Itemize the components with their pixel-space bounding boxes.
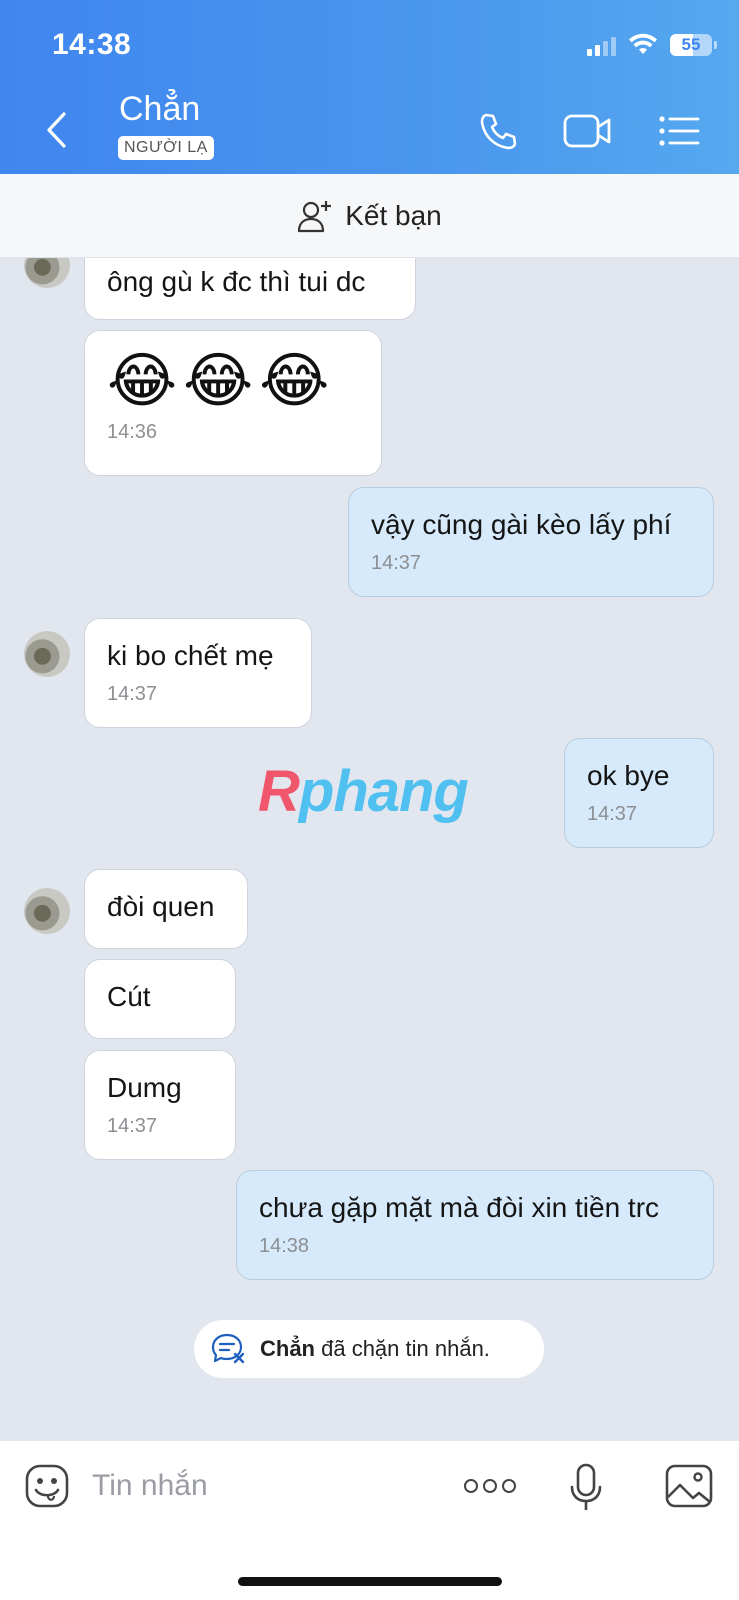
message-composer [0,1440,739,1600]
message-text: Dumg [107,1072,182,1103]
message-text: Cút [107,981,151,1012]
chat-header: 14:38 55 Chẳn NGƯỜI LẠ [0,0,739,174]
message-bubble-incoming[interactable]: ki bo chết mẹ 14:37 [84,618,312,728]
laughing-emoji: 😂😂😂 [107,347,336,414]
message-text: đòi quen [107,891,215,922]
message-bubble-outgoing[interactable]: vậy cũng gài kèo lấy phí 14:37 [348,487,714,597]
message-text: ki bo chết mẹ [107,640,274,671]
message-bubble-outgoing[interactable]: ok bye 14:37 [564,738,714,848]
message-text: chưa gặp mặt mà đòi xin tiền trc [259,1192,660,1223]
blocked-chat-icon [211,1333,245,1364]
sticker-button[interactable] [24,1463,70,1509]
back-arrow-icon [47,112,66,148]
message-time: 14:37 [371,552,422,574]
message-time: 14:36 [107,421,158,443]
sticker-icon [25,1464,69,1508]
add-friend-label: Kết bạn [345,199,442,231]
watermark-logo: Rphang [258,759,469,824]
call-button[interactable] [473,108,523,154]
message-bubble-incoming[interactable]: 😂😂😂 14:36 [84,330,382,476]
battery-icon: 55 [670,34,717,56]
status-time: 14:38 [52,28,132,61]
message-time: 14:37 [107,1115,158,1137]
phone-icon [480,113,517,150]
image-icon [665,1464,713,1508]
signal-icon [587,34,616,56]
home-indicator[interactable] [238,1577,502,1586]
message-time: 14:38 [259,1235,310,1257]
message-text: ông gù k đc thì tui dc [107,266,366,297]
wifi-icon [629,33,657,54]
battery-level: 55 [681,35,701,54]
add-friend-button[interactable]: Kết bạn [0,174,739,258]
mic-button[interactable] [566,1463,606,1513]
message-text: vậy cũng gài kèo lấy phí [371,509,672,540]
mic-icon [570,1463,602,1510]
avatar[interactable] [24,888,70,934]
add-friend-icon [298,200,332,232]
message-bubble-incoming[interactable]: Dumg 14:37 [84,1050,236,1160]
chat-area[interactable]: ông gù k đc thì tui dc 😂😂😂 14:36 vậy cũn… [0,258,739,1440]
message-bubble-incoming[interactable]: Cút [84,959,236,1039]
message-bubble-incoming[interactable]: ông gù k đc thì tui dc [84,258,416,320]
message-bubble-outgoing[interactable]: chưa gặp mặt mà đòi xin tiền trc 14:38 [236,1170,714,1280]
more-button[interactable] [464,1471,518,1501]
blocked-notice-text: Chẳn đã chặn tin nhắn. [260,1336,490,1361]
menu-list-icon [659,116,700,146]
contact-name[interactable]: Chẳn [119,90,200,129]
message-input[interactable] [92,1463,422,1509]
menu-button[interactable] [654,108,704,154]
avatar[interactable] [24,631,70,677]
message-bubble-incoming[interactable]: đòi quen [84,869,248,949]
back-button[interactable] [36,106,76,154]
message-text: ok bye [587,760,670,791]
message-time: 14:37 [107,683,158,705]
video-call-button[interactable] [563,108,613,154]
more-icon [464,1479,478,1493]
message-time: 14:37 [587,803,638,825]
video-call-icon [563,114,611,148]
avatar[interactable] [24,258,70,288]
stranger-badge: NGƯỜI LẠ [118,136,214,160]
image-button[interactable] [665,1463,713,1509]
status-icons: 55 [587,30,717,60]
blocked-notice: Chẳn đã chặn tin nhắn. [194,1320,544,1378]
